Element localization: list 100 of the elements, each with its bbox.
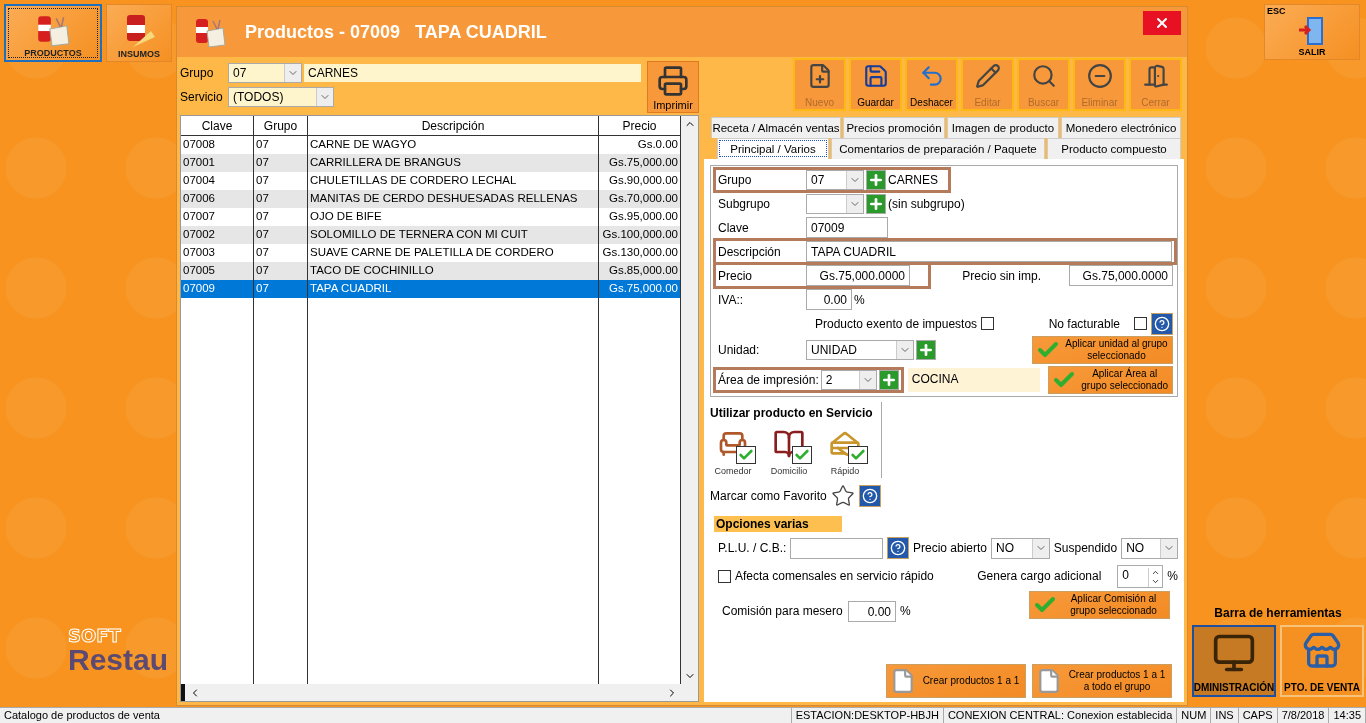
extra-charge-spinner[interactable]: 0 [1117,564,1164,588]
price-field[interactable]: Gs.75,000.0000 [806,265,910,286]
service-toggle[interactable]: Rápido [822,424,868,476]
plus-icon [918,342,934,358]
vat-field[interactable]: 0.00 [806,289,852,310]
module-button[interactable]: PRODUCTOS [4,4,102,62]
subgroup-select[interactable] [806,193,864,214]
percent-sign: % [854,292,865,307]
group-select[interactable]: 07 [228,63,302,83]
tab[interactable]: Comentarios de preparación / Paquete [831,138,1045,159]
tab[interactable]: Receta / Almacén ventas [711,117,841,138]
field-label: Precio sin imp. [962,268,1041,283]
group-select[interactable]: 07 [806,169,864,190]
toolbar-button[interactable]: PTO. DE VENTA [1280,625,1364,697]
group-name: CARNES [888,172,938,187]
table-row[interactable]: 07009 07 TAPA CUADRIL Gs.75,000.00 [181,280,681,298]
search-icon [1030,63,1057,89]
code-field[interactable]: 07009 [806,217,888,238]
add-button[interactable] [866,193,886,214]
pencil-icon [974,63,1001,89]
help-button[interactable] [887,537,909,559]
status-text: 14:35 [1329,708,1366,723]
printer-icon [657,65,689,97]
toolbar-button[interactable]: Guardar [849,58,902,111]
checkbox-label: Producto exento de impuestos [815,316,978,331]
toolbar-button[interactable]: Deshacer [905,58,958,111]
vertical-scrollbar[interactable] [681,116,698,684]
plu-field[interactable] [790,537,884,559]
document-icon [1036,668,1062,694]
tax-exempt-checkbox[interactable] [981,317,995,330]
service-toggle[interactable]: Comedor [710,424,756,476]
table-cell: 07 [254,280,308,298]
section-title: Utilizar producto en Servicio [710,406,874,420]
description-field[interactable]: TAPA CUADRIL [806,241,1172,262]
table-cell: 07009 [181,280,254,298]
column-header[interactable]: Grupo [254,116,308,135]
status-text: CONEXION CENTRAL: Conexion establecida [943,708,1178,723]
apply-button[interactable]: Aplicar unidad al grupo seleccionado [1032,336,1173,364]
field-label: Marcar como Favorito [710,489,827,503]
table-row[interactable]: 07004 07 CHULETILLAS DE CORDERO LECHAL Gs.90,000.00 [181,172,681,190]
tab[interactable]: Monedero electrónico [1061,117,1181,138]
close-icon [1154,15,1170,31]
apply-button[interactable]: Aplicar Área al grupo seleccionado [1048,365,1173,394]
tab[interactable]: Producto compuesto [1047,138,1181,159]
add-button[interactable] [866,169,886,190]
column-header[interactable]: Clave [181,116,254,135]
table-row[interactable]: 07008 07 CARNE DE WAGYO Gs.0.00 [181,136,681,154]
field-label: Precio [718,268,753,283]
help-button[interactable] [858,485,881,507]
table-row[interactable]: 07003 07 SUAVE CARNE DE PALETILLA DE CORDERO Gs.130,000.00 [181,244,681,262]
tab[interactable]: Principal / Varios [717,138,829,159]
tab[interactable]: Precios promoción [843,117,945,138]
checkbox-label: Afecta comensales en servicio rápido [735,569,934,583]
logo: SOFT Restau [68,627,169,675]
exit-button[interactable]: ESC SALIR [1264,4,1360,60]
create-button[interactable]: Crear productos 1 a 1 a todo el grupo [1032,664,1172,698]
create-button[interactable]: Crear productos 1 a 1 [886,664,1026,698]
status-text: 7/8/2018 [1277,708,1330,723]
suspended-select[interactable]: NO [1121,537,1178,559]
affects-diners-checkbox[interactable] [718,569,731,583]
close-button[interactable] [1143,11,1181,35]
service-toggle[interactable]: Domicilio [766,424,812,476]
table-row[interactable]: 07005 07 TACO DE COCHINILLO Gs.85,000.00 [181,262,681,280]
percent-sign: % [1167,569,1178,583]
table-row[interactable]: 07002 07 SOLOMILLO DE TERNERA CON MI CUIT Gs.100,000.00 [181,226,681,244]
tab[interactable]: Imagen de producto [947,117,1059,138]
plus-icon [868,195,884,212]
price-without-tax-field[interactable]: Gs.75,000.0000 [1069,265,1173,286]
service-select[interactable]: (TODOS) [228,87,334,107]
horizontal-scrollbar[interactable] [181,684,698,701]
print-button[interactable]: Imprimir [647,61,699,113]
unit-select[interactable]: UNIDAD [806,340,914,360]
print-area-select[interactable]: 2 [820,369,877,390]
not-billable-checkbox[interactable] [1134,317,1147,330]
section-title: Opciones varias [714,516,842,532]
table-row[interactable]: 07007 07 OJO DE BIFE Gs.95,000.00 [181,208,681,226]
add-button[interactable] [878,369,899,390]
minus-circle-icon [1086,63,1113,89]
toolbar-button[interactable]: DMINISTRACIÓN [1192,625,1276,697]
commission-field[interactable]: 0.00 [848,600,896,622]
field-label: Área de impresión: [718,372,819,387]
help-button[interactable] [1151,312,1173,335]
table-row[interactable]: 07006 07 MANITAS DE CERDO DESHUESADAS RELLENAS Gs.70,000.00 [181,190,681,208]
field-label: Descripción [718,244,782,259]
column-header[interactable]: Descripción [308,116,599,135]
table-row[interactable]: 07001 07 CARRILLERA DE BRANGUS Gs.75,000.00 [181,154,681,172]
module-button[interactable]: INSUMOS [106,4,172,62]
question-icon [1154,315,1170,332]
print-area-name: COCINA [907,367,1041,392]
favorite-star-icon[interactable] [830,484,855,508]
add-button[interactable] [916,340,936,360]
field-label: Grupo [718,172,753,187]
field-label: Comisión para mesero [722,604,844,618]
open-price-select[interactable]: NO [991,537,1050,559]
status-text: INS [1211,708,1239,723]
status-text: NUM [1177,708,1212,723]
apply-button[interactable]: Aplicar Comisión al grupo seleccionado [1029,591,1170,619]
document-icon [890,668,916,694]
door-icon [1142,63,1169,89]
plus-icon [868,171,884,188]
